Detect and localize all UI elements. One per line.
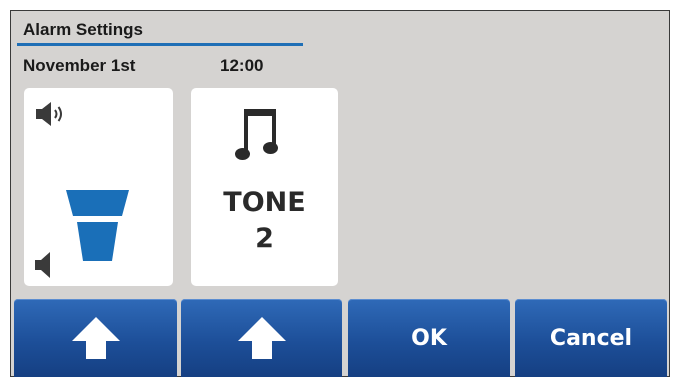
arrow-up-icon	[237, 317, 286, 359]
title-underline	[17, 43, 303, 46]
alarm-settings-screen: Alarm Settings November 1st 12:00 TONE 2	[10, 10, 670, 377]
tone-card[interactable]: TONE 2	[191, 88, 338, 286]
date-label: November 1st	[23, 56, 136, 75]
cancel-button-label: Cancel	[549, 325, 633, 351]
ok-button-label: OK	[411, 325, 447, 351]
music-note-icon	[235, 109, 278, 160]
tone-number: 2	[255, 223, 274, 254]
ok-button[interactable]: OK	[348, 299, 510, 377]
volume-up-button[interactable]	[14, 299, 177, 377]
time-label: 12:00	[220, 56, 264, 75]
speaker-loud-icon	[36, 102, 62, 126]
volume-level-bars-icon	[66, 190, 129, 261]
arrow-up-icon	[71, 317, 120, 359]
speaker-soft-icon	[35, 252, 50, 278]
tone-up-button[interactable]	[181, 299, 342, 377]
cancel-button[interactable]: Cancel	[515, 299, 667, 377]
tone-label: TONE	[223, 187, 306, 218]
page-title: Alarm Settings	[23, 20, 143, 39]
volume-card[interactable]	[24, 88, 173, 286]
